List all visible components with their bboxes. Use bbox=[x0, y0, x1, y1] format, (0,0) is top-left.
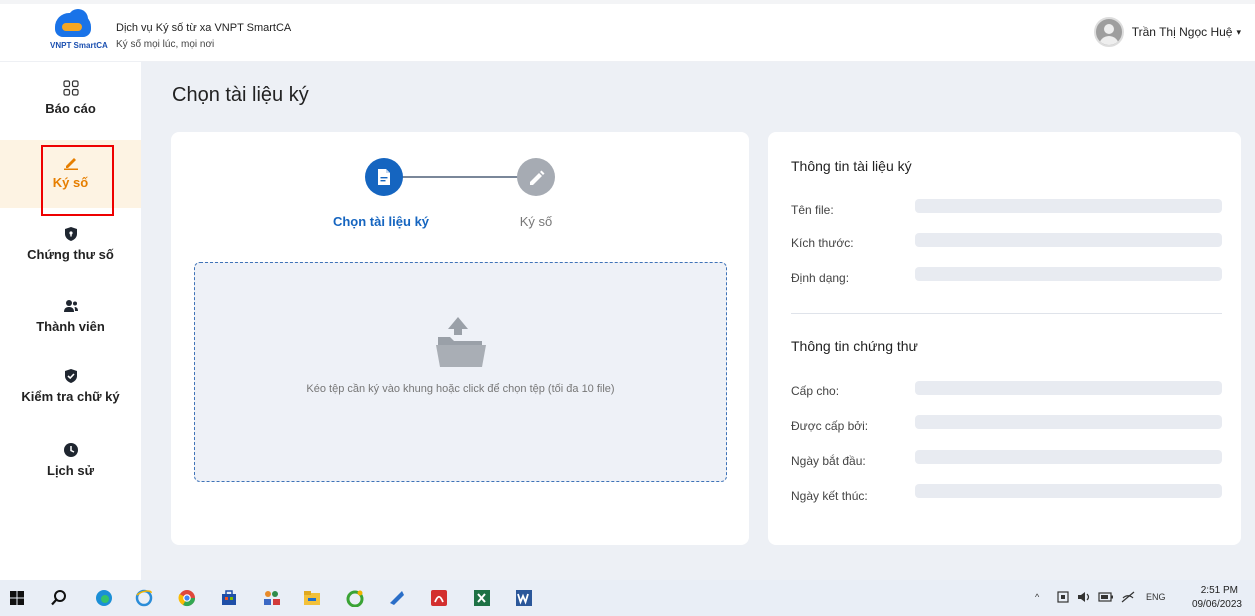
shield-icon bbox=[64, 227, 77, 241]
battery-icon[interactable] bbox=[1098, 591, 1114, 603]
issued-to-placeholder bbox=[915, 381, 1222, 395]
pen-icon bbox=[530, 170, 545, 185]
windows-taskbar: ^ ENG 2:51 PM 09/06/2023 bbox=[0, 580, 1255, 616]
upload-card: Chọn tài liệu ký Ký số Kéo tệp cần ký và… bbox=[171, 132, 749, 545]
sidebar: Báo cáo Ký số Chứng thư số Thành viên Ki… bbox=[0, 62, 141, 580]
pdf-reader-icon[interactable] bbox=[430, 589, 448, 607]
step-1-label[interactable]: Chọn tài liệu ký bbox=[302, 214, 460, 229]
sidebar-item-label: Chứng thư số bbox=[27, 247, 114, 262]
clock-date[interactable]: 09/06/2023 bbox=[1192, 599, 1242, 610]
clock-time[interactable]: 2:51 PM bbox=[1201, 585, 1238, 596]
service-title: Dịch vụ Ký số từ xa VNPT SmartCA bbox=[116, 22, 292, 34]
field-label-start-date: Ngày bắt đầu: bbox=[791, 454, 866, 468]
clock-icon bbox=[63, 443, 78, 457]
start-date-placeholder bbox=[915, 450, 1222, 464]
windows-start-icon[interactable] bbox=[8, 589, 26, 607]
section-divider bbox=[791, 313, 1222, 314]
issued-by-placeholder bbox=[915, 415, 1222, 429]
sidebar-item-thanh-vien[interactable]: Thành viên bbox=[0, 298, 141, 350]
chevron-down-icon: ▾ bbox=[1236, 26, 1241, 37]
main-content: Chọn tài liệu ký Chọn tài liệu ký Ký số bbox=[141, 62, 1255, 580]
internet-explorer-icon[interactable] bbox=[135, 589, 153, 607]
blue-app-icon[interactable] bbox=[388, 589, 406, 607]
file-format-placeholder bbox=[915, 267, 1222, 281]
field-label-issued-to: Cấp cho: bbox=[791, 384, 840, 398]
store-icon[interactable] bbox=[220, 589, 238, 607]
chevron-up-icon[interactable]: ^ bbox=[1035, 592, 1039, 602]
file-dropzone[interactable]: Kéo tệp cần ký vào khung hoặc click để c… bbox=[194, 262, 727, 482]
document-icon bbox=[378, 169, 390, 185]
people-icon[interactable] bbox=[263, 589, 281, 607]
service-subtitle: Ký số mọi lúc, mọi nơi bbox=[116, 39, 215, 50]
sidebar-item-label: Kiểm tra chữ ký bbox=[21, 389, 120, 404]
vnpt-smartca-logo[interactable]: VNPT SmartCA bbox=[50, 9, 108, 53]
green-app-icon[interactable] bbox=[346, 589, 364, 607]
header: VNPT SmartCA Dịch vụ Ký số từ xa VNPT Sm… bbox=[0, 0, 1255, 62]
field-label-issued-by: Được cấp bởi: bbox=[791, 419, 869, 433]
active-item-highlight-box bbox=[41, 145, 114, 216]
logo-text: VNPT SmartCA bbox=[50, 41, 108, 50]
search-icon[interactable] bbox=[50, 589, 68, 607]
field-label-end-date: Ngày kết thúc: bbox=[791, 489, 868, 503]
cert-info-title: Thông tin chứng thư bbox=[791, 338, 918, 354]
doc-info-title: Thông tin tài liệu ký bbox=[791, 158, 912, 174]
edge-browser-icon[interactable] bbox=[95, 589, 113, 607]
language-indicator[interactable]: ENG bbox=[1146, 592, 1166, 602]
end-date-placeholder bbox=[915, 484, 1222, 498]
grid-icon bbox=[62, 80, 79, 96]
speaker-icon[interactable] bbox=[1076, 590, 1092, 604]
sidebar-item-kiem-tra-chu-ky[interactable]: Kiểm tra chữ ký bbox=[0, 368, 141, 420]
input-method-icon[interactable] bbox=[1056, 590, 1070, 604]
file-name-placeholder bbox=[915, 199, 1222, 213]
sidebar-item-label: Thành viên bbox=[36, 319, 105, 334]
top-strip bbox=[0, 0, 1255, 4]
step-2-circle[interactable] bbox=[517, 158, 555, 196]
app-window: VNPT SmartCA Dịch vụ Ký số từ xa VNPT Sm… bbox=[0, 0, 1255, 616]
step-2-label[interactable]: Ký số bbox=[489, 214, 583, 229]
sidebar-item-bao-cao[interactable]: Báo cáo bbox=[0, 80, 141, 132]
sidebar-item-label: Báo cáo bbox=[45, 101, 96, 116]
shield-check-icon bbox=[64, 369, 77, 383]
field-label-file-size: Kích thước: bbox=[791, 236, 854, 250]
avatar bbox=[1093, 17, 1124, 47]
page-title: Chọn tài liệu ký bbox=[172, 84, 309, 106]
user-name: Trần Thị Ngọc Huệ bbox=[1131, 25, 1233, 39]
stepper-connector bbox=[399, 176, 523, 178]
word-icon[interactable] bbox=[515, 589, 533, 607]
users-icon bbox=[63, 300, 78, 312]
sidebar-item-lich-su[interactable]: Lịch sử bbox=[0, 442, 141, 494]
field-label-file-format: Định dạng: bbox=[791, 271, 850, 285]
user-menu[interactable]: Trần Thị Ngọc Huệ ▾ bbox=[1093, 17, 1241, 47]
step-1-circle[interactable] bbox=[365, 158, 403, 196]
chrome-icon[interactable] bbox=[178, 589, 196, 607]
file-size-placeholder bbox=[915, 233, 1222, 247]
info-card: Thông tin tài liệu ký Tên file: Kích thư… bbox=[768, 132, 1241, 545]
field-label-file-name: Tên file: bbox=[791, 203, 834, 217]
dropzone-instructions: Kéo tệp cần ký vào khung hoặc click để c… bbox=[306, 383, 615, 395]
upload-folder-icon bbox=[436, 317, 486, 367]
excel-icon[interactable] bbox=[473, 589, 491, 607]
sidebar-item-label: Lịch sử bbox=[47, 463, 94, 478]
wifi-icon[interactable] bbox=[1120, 590, 1136, 604]
logo-key-icon bbox=[62, 23, 82, 31]
file-explorer-icon[interactable] bbox=[303, 589, 321, 607]
sidebar-item-chung-thu-so[interactable]: Chứng thư số bbox=[0, 226, 141, 278]
